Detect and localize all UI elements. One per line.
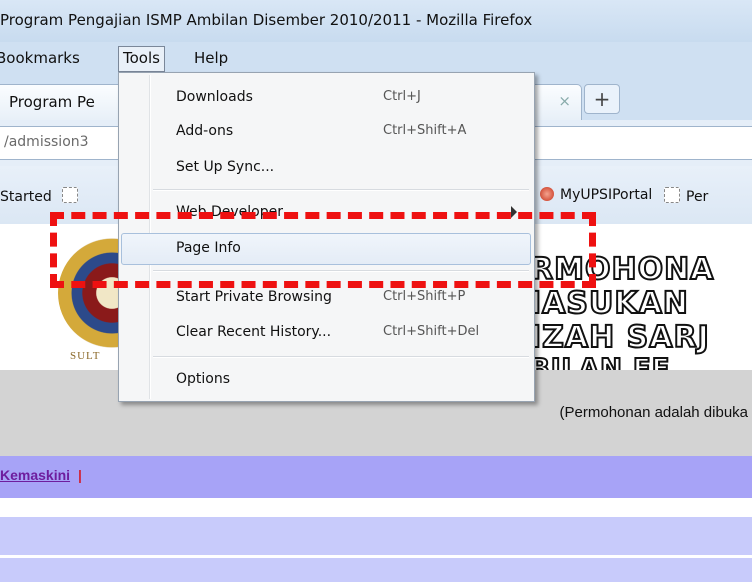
- menuitem-label: Add-ons: [176, 123, 234, 139]
- content-rows: [0, 498, 752, 582]
- menuitem-shortcut: Ctrl+Shift+P: [383, 289, 466, 304]
- bookmark-label: Per: [686, 189, 709, 205]
- menuitem-shortcut: Ctrl+J: [383, 89, 421, 104]
- window-title: Program Pengajian ISMP Ambilan Disember …: [0, 11, 533, 29]
- banner-line-2: IASUKAN: [529, 285, 689, 322]
- menu-separator: [153, 189, 529, 191]
- application-notice: (Permohonan adalah dibuka: [559, 404, 748, 421]
- portal-icon: [540, 187, 554, 201]
- menuitem-label: Clear Recent History...: [176, 324, 332, 340]
- bookmark-label: Started: [0, 189, 52, 205]
- logo-caption: SULT: [70, 350, 101, 362]
- menuitem-shortcut: Ctrl+Shift+A: [383, 123, 467, 138]
- blank-page-icon: [664, 187, 680, 203]
- menuitem-addons[interactable]: Add-ons Ctrl+Shift+A: [121, 116, 531, 148]
- content-row: [0, 516, 752, 555]
- close-tab-icon[interactable]: ×: [558, 92, 571, 110]
- menuitem-shortcut: Ctrl+Shift+Del: [383, 324, 480, 339]
- menu-bookmarks[interactable]: Bookmarks: [0, 46, 84, 70]
- annotation-highlight-box: [50, 212, 596, 288]
- tab-label: Program Pe: [9, 93, 95, 111]
- menu-bar: Bookmarks Tools Help: [0, 42, 752, 74]
- bookmark-myupsiportal[interactable]: MyUPSIPortal: [540, 187, 652, 203]
- menuitem-label: Start Private Browsing: [176, 289, 332, 305]
- bookmark-started[interactable]: Started: [0, 187, 84, 205]
- page-nav-row: Kemaskini |: [0, 456, 752, 498]
- menuitem-options[interactable]: Options: [121, 364, 531, 396]
- content-row: [0, 556, 752, 582]
- banner-line-3: IZAH SARJ: [529, 319, 710, 356]
- menu-separator: [153, 356, 529, 358]
- menuitem-label: Options: [176, 371, 231, 387]
- bookmark-per[interactable]: Per: [664, 187, 708, 205]
- menuitem-setup-sync[interactable]: Set Up Sync...: [121, 152, 531, 184]
- blank-page-icon: [62, 187, 79, 203]
- nav-separator: |: [78, 467, 82, 483]
- menuitem-label: Downloads: [176, 89, 253, 105]
- menuitem-downloads[interactable]: Downloads Ctrl+J: [121, 82, 531, 114]
- kemaskini-link[interactable]: Kemaskini: [0, 467, 70, 483]
- window-titlebar: Program Pengajian ISMP Ambilan Disember …: [0, 0, 752, 42]
- menuitem-label: Set Up Sync...: [176, 159, 275, 175]
- url-value: /admission3: [4, 134, 89, 150]
- menu-help[interactable]: Help: [190, 46, 232, 70]
- bookmark-label: MyUPSIPortal: [560, 187, 653, 203]
- new-tab-button[interactable]: +: [584, 84, 620, 114]
- menuitem-clear-history[interactable]: Clear Recent History... Ctrl+Shift+Del: [121, 317, 531, 349]
- menu-tools[interactable]: Tools: [118, 46, 165, 72]
- tab-program[interactable]: Program Pe: [0, 84, 132, 120]
